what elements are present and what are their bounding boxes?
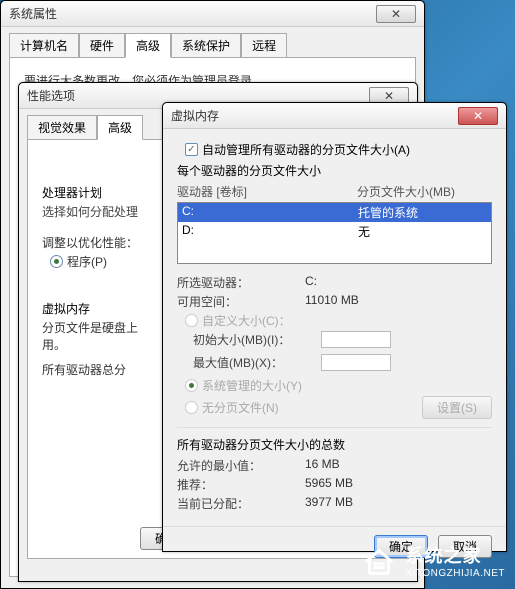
radio-system-managed: 系统管理的大小(Y)	[185, 377, 492, 394]
window-title: 虚拟内存	[171, 107, 458, 124]
drive-list[interactable]: C: 托管的系统 D: 无	[177, 202, 492, 264]
virtual-memory-window: 虚拟内存 ✕ 自动管理所有驱动器的分页文件大小(A) 每个驱动器的分页文件大小 …	[162, 102, 507, 552]
size-cell: 无	[358, 223, 370, 240]
drive-cell: D:	[182, 223, 358, 240]
list-header: 驱动器 [卷标] 分页文件大小(MB)	[177, 183, 492, 200]
close-icon: ✕	[391, 7, 401, 21]
initial-size-input	[321, 331, 391, 348]
logo-url: XITONGZHIJIA.NET	[406, 568, 506, 579]
auto-manage-checkbox[interactable]: 自动管理所有驱动器的分页文件大小(A)	[185, 141, 492, 158]
radio-label: 程序(P)	[67, 253, 107, 270]
min-row: 允许的最小值：16 MB	[177, 457, 492, 474]
tab-system-protection[interactable]: 系统保护	[171, 33, 241, 58]
close-icon: ✕	[384, 89, 394, 103]
size-cell: 托管的系统	[358, 204, 418, 221]
window-title: 系统属性	[9, 5, 376, 22]
radio-label: 自定义大小(C)：	[202, 312, 291, 329]
house-icon	[360, 541, 398, 579]
max-size-input	[321, 354, 391, 371]
totals-heading: 所有驱动器分页文件大小的总数	[177, 436, 492, 453]
radio-label: 无分页文件(N)	[202, 399, 279, 416]
checkbox-label: 自动管理所有驱动器的分页文件大小(A)	[202, 141, 410, 158]
close-icon: ✕	[473, 109, 483, 123]
close-button[interactable]: ✕	[458, 107, 498, 125]
tabstrip: 计算机名 硬件 高级 系统保护 远程	[1, 27, 424, 58]
tab-advanced[interactable]: 高级	[97, 115, 143, 140]
checkbox-icon	[185, 143, 198, 156]
max-size-row: 最大值(MB)(X)：	[193, 354, 492, 371]
radio-icon	[50, 255, 63, 268]
tab-visual-effects[interactable]: 视觉效果	[27, 115, 97, 140]
each-drive-label: 每个驱动器的分页文件大小	[177, 162, 492, 179]
dialog-body: 自动管理所有驱动器的分页文件大小(A) 每个驱动器的分页文件大小 驱动器 [卷标…	[163, 129, 506, 526]
divider	[177, 427, 492, 428]
tab-remote[interactable]: 远程	[241, 33, 287, 58]
radio-icon	[185, 314, 198, 327]
radio-icon	[185, 401, 198, 414]
radio-icon	[185, 379, 198, 392]
tab-advanced[interactable]: 高级	[125, 33, 171, 58]
col-size: 分页文件大小(MB)	[357, 183, 455, 200]
tab-hardware[interactable]: 硬件	[79, 33, 125, 58]
col-drive: 驱动器 [卷标]	[177, 183, 357, 200]
set-button: 设置(S)	[422, 396, 492, 419]
radio-custom-size: 自定义大小(C)：	[185, 312, 492, 329]
available-space-row: 可用空间：11010 MB	[177, 293, 492, 310]
close-button[interactable]: ✕	[376, 5, 416, 23]
logo-name: 系统之家	[406, 542, 506, 568]
titlebar: 虚拟内存 ✕	[163, 103, 506, 129]
cur-row: 当前已分配：3977 MB	[177, 495, 492, 512]
list-item[interactable]: C: 托管的系统	[178, 203, 491, 222]
radio-no-paging: 无分页文件(N)	[185, 399, 422, 416]
drive-cell: C:	[182, 204, 358, 221]
titlebar: 系统属性 ✕	[1, 1, 424, 27]
radio-label: 系统管理的大小(Y)	[202, 377, 302, 394]
selected-drive-row: 所选驱动器：C:	[177, 274, 492, 291]
rec-row: 推荐：5965 MB	[177, 476, 492, 493]
list-item[interactable]: D: 无	[178, 222, 491, 241]
watermark-logo: 系统之家 XITONGZHIJIA.NET	[360, 541, 506, 579]
initial-size-row: 初始大小(MB)(I)：	[193, 331, 492, 348]
tab-computer-name[interactable]: 计算机名	[9, 33, 79, 58]
